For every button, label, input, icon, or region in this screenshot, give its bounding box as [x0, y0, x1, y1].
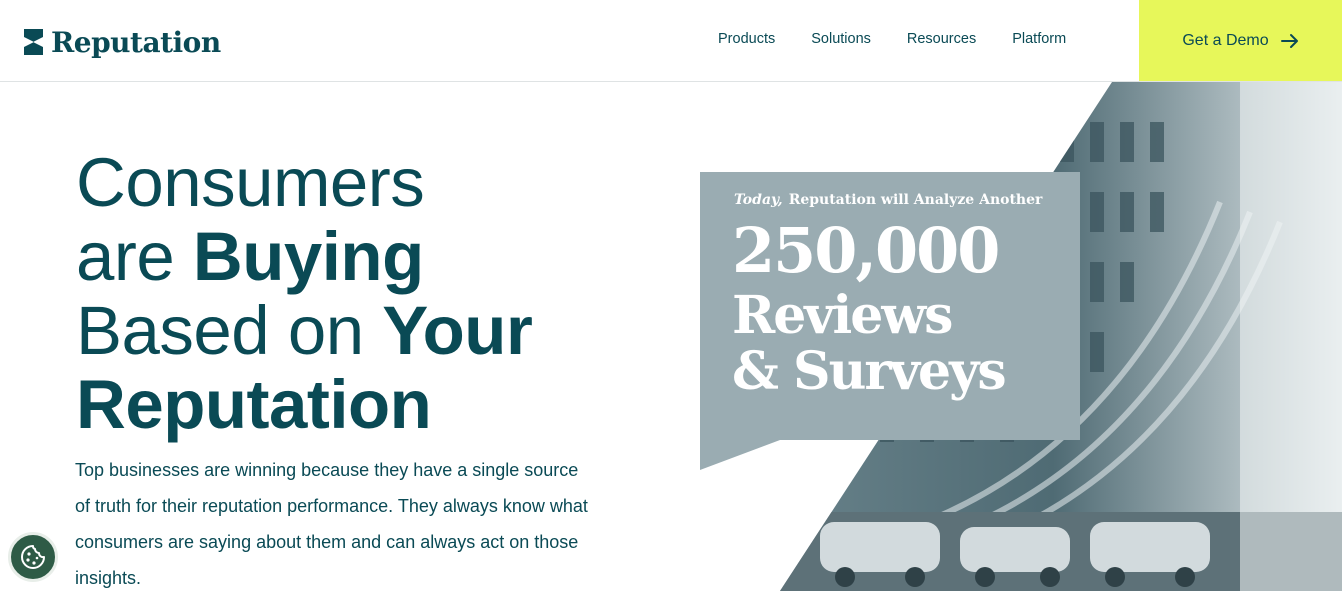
cookie-settings-button[interactable] [8, 532, 58, 582]
brand-name: Reputation [51, 25, 221, 59]
brand-logo[interactable]: Reputation [24, 25, 221, 59]
stat-subtitle-italic: Today, [734, 192, 783, 208]
headline-line-2-light: are [76, 218, 193, 295]
stat-label: Reviews & Surveys [732, 285, 1007, 402]
hero-headline: Consumers are Buying Based on Your Reput… [76, 146, 636, 442]
reputation-logo-icon [24, 29, 43, 55]
stat-label-line-2: & Surveys [732, 341, 1007, 402]
stat-number: 250,000 [732, 214, 1000, 287]
hero-image: Today, Reputation will Analyze Another 25… [700, 82, 1342, 591]
site-header: Reputation Products Solutions Resources … [0, 0, 1342, 82]
get-demo-button[interactable]: Get a Demo [1139, 0, 1342, 81]
get-demo-label: Get a Demo [1182, 31, 1269, 49]
headline-line-2-bold: Buying [192, 218, 424, 295]
nav-item-platform[interactable]: Platform [1012, 31, 1066, 47]
headline-line-4: Reputation [76, 366, 432, 443]
nav-item-solutions[interactable]: Solutions [811, 31, 871, 47]
cookie-icon [21, 545, 45, 569]
headline-line-2: are Buying [76, 220, 636, 294]
hero-body-text: Top businesses are winning because they … [75, 460, 588, 588]
stat-callout-tail [700, 440, 780, 470]
headline-line-3-light: Based on [76, 292, 383, 369]
headline-line-3-bold: Your [382, 292, 533, 369]
headline-line-1: Consumers [76, 144, 425, 221]
headline-line-3: Based on Your [76, 294, 636, 368]
stat-subtitle-text: Reputation will Analyze Another [788, 192, 1043, 208]
main-nav: Products Solutions Resources Platform [718, 31, 1102, 47]
nav-item-products[interactable]: Products [718, 31, 775, 47]
arrow-right-icon [1280, 33, 1298, 48]
stat-subtitle: Today, Reputation will Analyze Another [734, 192, 1042, 208]
nav-item-resources[interactable]: Resources [907, 31, 976, 47]
stat-label-line-1: Reviews [732, 285, 953, 346]
